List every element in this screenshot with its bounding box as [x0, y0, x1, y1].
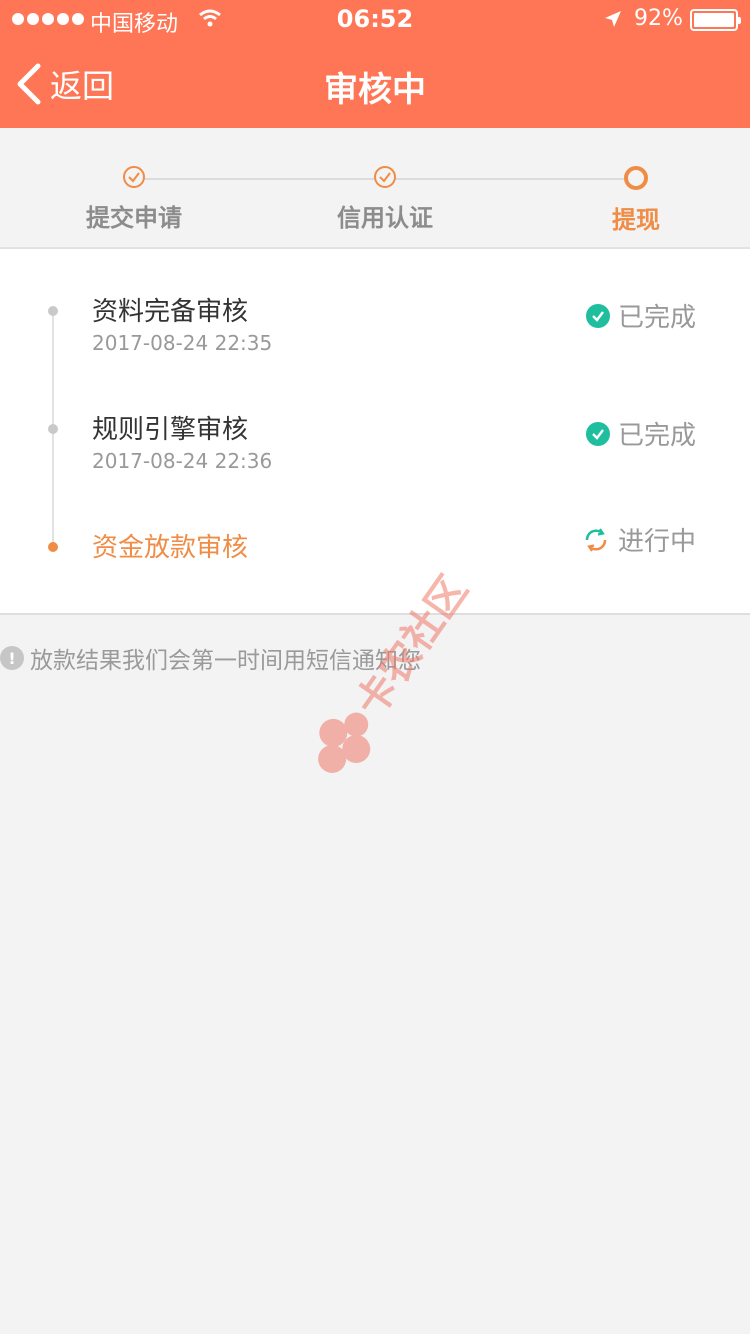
navigation-bar: 返回 审核中 — [0, 40, 750, 128]
step-check-icon — [123, 166, 145, 188]
timeline-dot — [48, 542, 58, 552]
notice: ! 放款结果我们会第一时间用短信通知您 — [0, 641, 421, 675]
step-progress: 提交申请 信用认证 提现 — [0, 128, 750, 249]
location-arrow-icon — [605, 11, 621, 27]
status-label: 进行中 — [617, 527, 696, 557]
timeline-dot — [48, 306, 58, 316]
step-current-ring-icon — [624, 166, 648, 190]
status-label: 已完成 — [617, 303, 696, 333]
step-label: 提现 — [612, 206, 660, 234]
timeline-item-status: 已完成 — [585, 297, 696, 334]
notice-text: 放款结果我们会第一时间用短信通知您 — [30, 648, 421, 674]
step-check-icon — [374, 166, 396, 188]
page-title: 审核中 — [324, 70, 426, 110]
timeline-item-status: 已完成 — [585, 415, 696, 452]
review-timeline: 资料完备审核 2017-08-24 22:35 已完成 规则引擎审核 2017-… — [0, 249, 750, 615]
timeline-dot — [48, 424, 58, 434]
header: 中国移动 06:52 92% 返回 审核中 — [0, 0, 750, 128]
status-bar: 中国移动 06:52 92% — [0, 0, 750, 40]
check-circle-icon — [585, 421, 610, 446]
battery-icon — [690, 9, 741, 31]
timeline-item-time: 2017-08-24 22:36 — [92, 449, 273, 473]
step-withdraw: 提现 — [536, 166, 736, 235]
step-label: 信用认证 — [337, 204, 433, 232]
step-submit-application: 提交申请 — [34, 166, 234, 233]
timeline-item-time: 2017-08-24 22:35 — [92, 331, 273, 355]
status-label: 已完成 — [617, 421, 696, 451]
step-credit-verification: 信用认证 — [285, 166, 485, 233]
refresh-icon — [585, 527, 607, 552]
info-icon: ! — [0, 646, 24, 670]
timeline-item-title: 资金放款审核 — [92, 533, 249, 563]
timeline-item-title: 规则引擎审核 — [92, 415, 249, 445]
check-circle-icon — [585, 303, 610, 328]
timeline-item-title: 资料完备审核 — [92, 297, 249, 327]
battery-percentage: 92% — [634, 6, 683, 31]
timeline-item-status: 进行中 — [582, 521, 696, 558]
step-label: 提交申请 — [86, 204, 182, 232]
